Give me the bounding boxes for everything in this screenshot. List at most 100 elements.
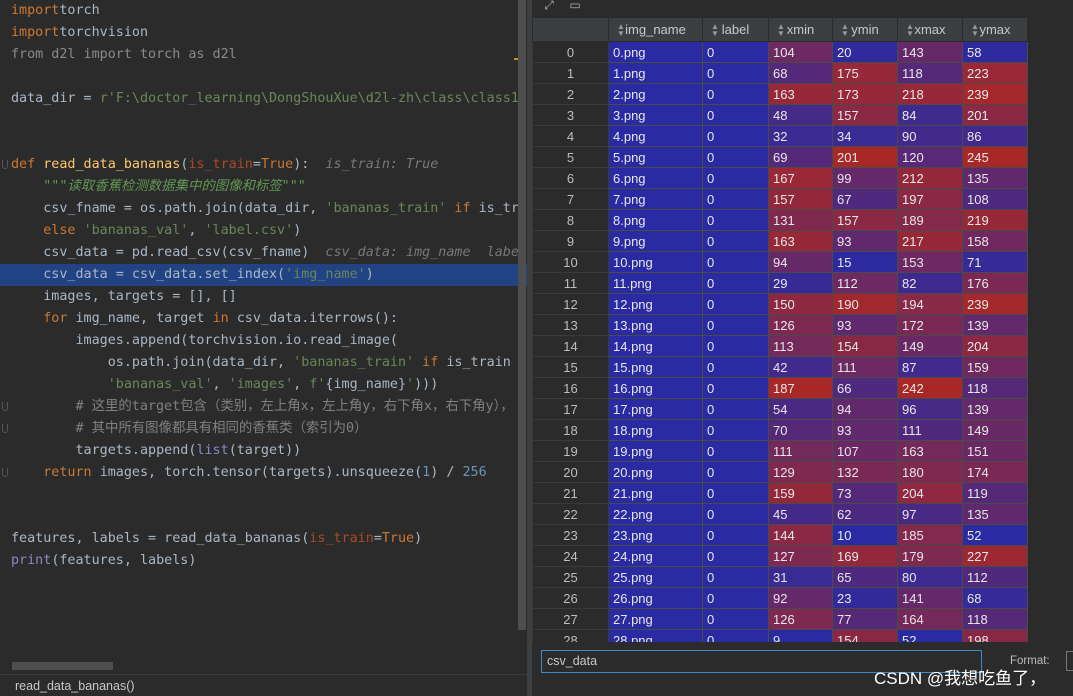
code-line[interactable]: return images, torch.tensor(targets).uns… bbox=[0, 462, 527, 484]
cell-label[interactable]: 0 bbox=[702, 335, 769, 357]
cell-xmin[interactable]: 127 bbox=[768, 545, 833, 567]
table-row[interactable]: 7 7.png 0 157 67 197 108 bbox=[532, 188, 1028, 210]
cell-xmin[interactable]: 70 bbox=[768, 419, 833, 441]
code-line[interactable]: else 'bananas_val', 'label.csv') bbox=[0, 220, 527, 242]
cell-ymax[interactable]: 239 bbox=[962, 83, 1028, 105]
window-icon[interactable]: ▭ bbox=[568, 0, 582, 12]
fold-icon[interactable] bbox=[2, 468, 8, 477]
cell-ymax[interactable]: 135 bbox=[962, 503, 1028, 525]
code-line[interactable]: csv_fname = os.path.join(data_dir, 'bana… bbox=[0, 198, 527, 220]
cell-ymax[interactable]: 201 bbox=[962, 104, 1028, 126]
cell-img-name[interactable]: 3.png bbox=[608, 104, 703, 126]
cell-img-name[interactable]: 2.png bbox=[608, 83, 703, 105]
sort-icon[interactable]: ▲ ▼ bbox=[711, 23, 719, 38]
cell-xmax[interactable]: 164 bbox=[897, 608, 963, 630]
cell-ymax[interactable]: 204 bbox=[962, 335, 1028, 357]
cell-xmax[interactable]: 197 bbox=[897, 188, 963, 210]
cell-label[interactable]: 0 bbox=[702, 188, 769, 210]
table-row[interactable]: 9 9.png 0 163 93 217 158 bbox=[532, 230, 1028, 252]
sort-icon[interactable]: ▲ ▼ bbox=[841, 23, 849, 38]
cell-label[interactable]: 0 bbox=[702, 587, 769, 609]
dataframe-grid[interactable]: ▲ ▼ img_name ▲ ▼ label ▲ ▼ xmin ▲ ▼ ymin ▲ ▼ xmax ▲ ▼ yma… bbox=[532, 17, 1073, 642]
cell-img-name[interactable]: 6.png bbox=[608, 167, 703, 189]
code-line[interactable]: from d2l import torch as d2l bbox=[0, 44, 527, 66]
table-row[interactable]: 20 20.png 0 129 132 180 174 bbox=[532, 461, 1028, 483]
cell-ymax[interactable]: 158 bbox=[962, 230, 1028, 252]
cell-ymin[interactable]: 175 bbox=[832, 62, 898, 84]
table-row[interactable]: 16 16.png 0 187 66 242 118 bbox=[532, 377, 1028, 399]
cell-xmin[interactable]: 48 bbox=[768, 104, 833, 126]
cell-label[interactable]: 0 bbox=[702, 83, 769, 105]
code-line[interactable]: features, labels = read_data_bananas(is_… bbox=[0, 528, 527, 550]
cell-xmax[interactable]: 143 bbox=[897, 41, 963, 63]
cell-xmax[interactable]: 120 bbox=[897, 146, 963, 168]
cell-xmin[interactable]: 113 bbox=[768, 335, 833, 357]
cell-img-name[interactable]: 0.png bbox=[608, 41, 703, 63]
table-row[interactable]: 4 4.png 0 32 34 90 86 bbox=[532, 125, 1028, 147]
cell-xmin[interactable]: 68 bbox=[768, 62, 833, 84]
fold-icon[interactable] bbox=[2, 424, 8, 433]
cell-img-name[interactable]: 4.png bbox=[608, 125, 703, 147]
cell-label[interactable]: 0 bbox=[702, 209, 769, 231]
cell-img-name[interactable]: 5.png bbox=[608, 146, 703, 168]
sort-icon[interactable]: ▲ ▼ bbox=[617, 23, 625, 38]
cell-xmax[interactable]: 179 bbox=[897, 545, 963, 567]
cell-label[interactable]: 0 bbox=[702, 524, 769, 546]
cell-ymin[interactable]: 34 bbox=[832, 125, 898, 147]
cell-label[interactable]: 0 bbox=[702, 146, 769, 168]
cell-label[interactable]: 0 bbox=[702, 293, 769, 315]
table-row[interactable]: 21 21.png 0 159 73 204 119 bbox=[532, 482, 1028, 504]
cell-img-name[interactable]: 14.png bbox=[608, 335, 703, 357]
column-header-ymax[interactable]: ▲ ▼ ymax bbox=[962, 17, 1028, 42]
table-row[interactable]: 22 22.png 0 45 62 97 135 bbox=[532, 503, 1028, 525]
cell-img-name[interactable]: 15.png bbox=[608, 356, 703, 378]
cell-xmin[interactable]: 150 bbox=[768, 293, 833, 315]
cell-img-name[interactable]: 12.png bbox=[608, 293, 703, 315]
cell-xmin[interactable]: 129 bbox=[768, 461, 833, 483]
cell-ymin[interactable]: 112 bbox=[832, 272, 898, 294]
cell-ymax[interactable]: 108 bbox=[962, 188, 1028, 210]
cell-ymin[interactable]: 66 bbox=[832, 377, 898, 399]
breadcrumb[interactable]: read_data_bananas() bbox=[0, 674, 527, 696]
cell-ymin[interactable]: 65 bbox=[832, 566, 898, 588]
cell-img-name[interactable]: 23.png bbox=[608, 524, 703, 546]
code-line[interactable]: targets.append(list(target)) bbox=[0, 440, 527, 462]
cell-ymax[interactable]: 68 bbox=[962, 587, 1028, 609]
cell-xmin[interactable]: 163 bbox=[768, 83, 833, 105]
cell-ymax[interactable]: 118 bbox=[962, 377, 1028, 399]
table-row[interactable]: 10 10.png 0 94 15 153 71 bbox=[532, 251, 1028, 273]
cell-img-name[interactable]: 18.png bbox=[608, 419, 703, 441]
cell-xmin[interactable]: 45 bbox=[768, 503, 833, 525]
cell-xmax[interactable]: 82 bbox=[897, 272, 963, 294]
table-row[interactable]: 3 3.png 0 48 157 84 201 bbox=[532, 104, 1028, 126]
cell-ymax[interactable]: 176 bbox=[962, 272, 1028, 294]
table-row[interactable]: 0 0.png 0 104 20 143 58 bbox=[532, 41, 1028, 63]
cell-ymin[interactable]: 67 bbox=[832, 188, 898, 210]
table-row[interactable]: 17 17.png 0 54 94 96 139 bbox=[532, 398, 1028, 420]
cell-ymax[interactable]: 139 bbox=[962, 314, 1028, 336]
table-row[interactable]: 13 13.png 0 126 93 172 139 bbox=[532, 314, 1028, 336]
cell-img-name[interactable]: 24.png bbox=[608, 545, 703, 567]
code-line[interactable]: importtorchvision bbox=[0, 22, 527, 44]
cell-img-name[interactable]: 26.png bbox=[608, 587, 703, 609]
cell-ymax[interactable]: 219 bbox=[962, 209, 1028, 231]
cell-label[interactable]: 0 bbox=[702, 629, 769, 642]
code-line[interactable]: importtorch bbox=[0, 0, 527, 22]
cell-xmax[interactable]: 217 bbox=[897, 230, 963, 252]
fold-icon[interactable] bbox=[2, 160, 8, 169]
code-line[interactable]: csv_data = pd.read_csv(csv_fname) csv_da… bbox=[0, 242, 527, 264]
cell-label[interactable]: 0 bbox=[702, 314, 769, 336]
table-row[interactable]: 5 5.png 0 69 201 120 245 bbox=[532, 146, 1028, 168]
cell-ymin[interactable]: 111 bbox=[832, 356, 898, 378]
code-line[interactable]: data_dir = r'F:\doctor_learning\DongShou… bbox=[0, 88, 527, 110]
cell-ymin[interactable]: 107 bbox=[832, 440, 898, 462]
cell-ymax[interactable]: 174 bbox=[962, 461, 1028, 483]
cell-label[interactable]: 0 bbox=[702, 104, 769, 126]
cell-xmax[interactable]: 84 bbox=[897, 104, 963, 126]
cell-xmax[interactable]: 180 bbox=[897, 461, 963, 483]
table-row[interactable]: 24 24.png 0 127 169 179 227 bbox=[532, 545, 1028, 567]
cell-xmax[interactable]: 97 bbox=[897, 503, 963, 525]
cell-ymin[interactable]: 93 bbox=[832, 419, 898, 441]
cell-xmax[interactable]: 163 bbox=[897, 440, 963, 462]
format-input[interactable] bbox=[1066, 651, 1073, 671]
